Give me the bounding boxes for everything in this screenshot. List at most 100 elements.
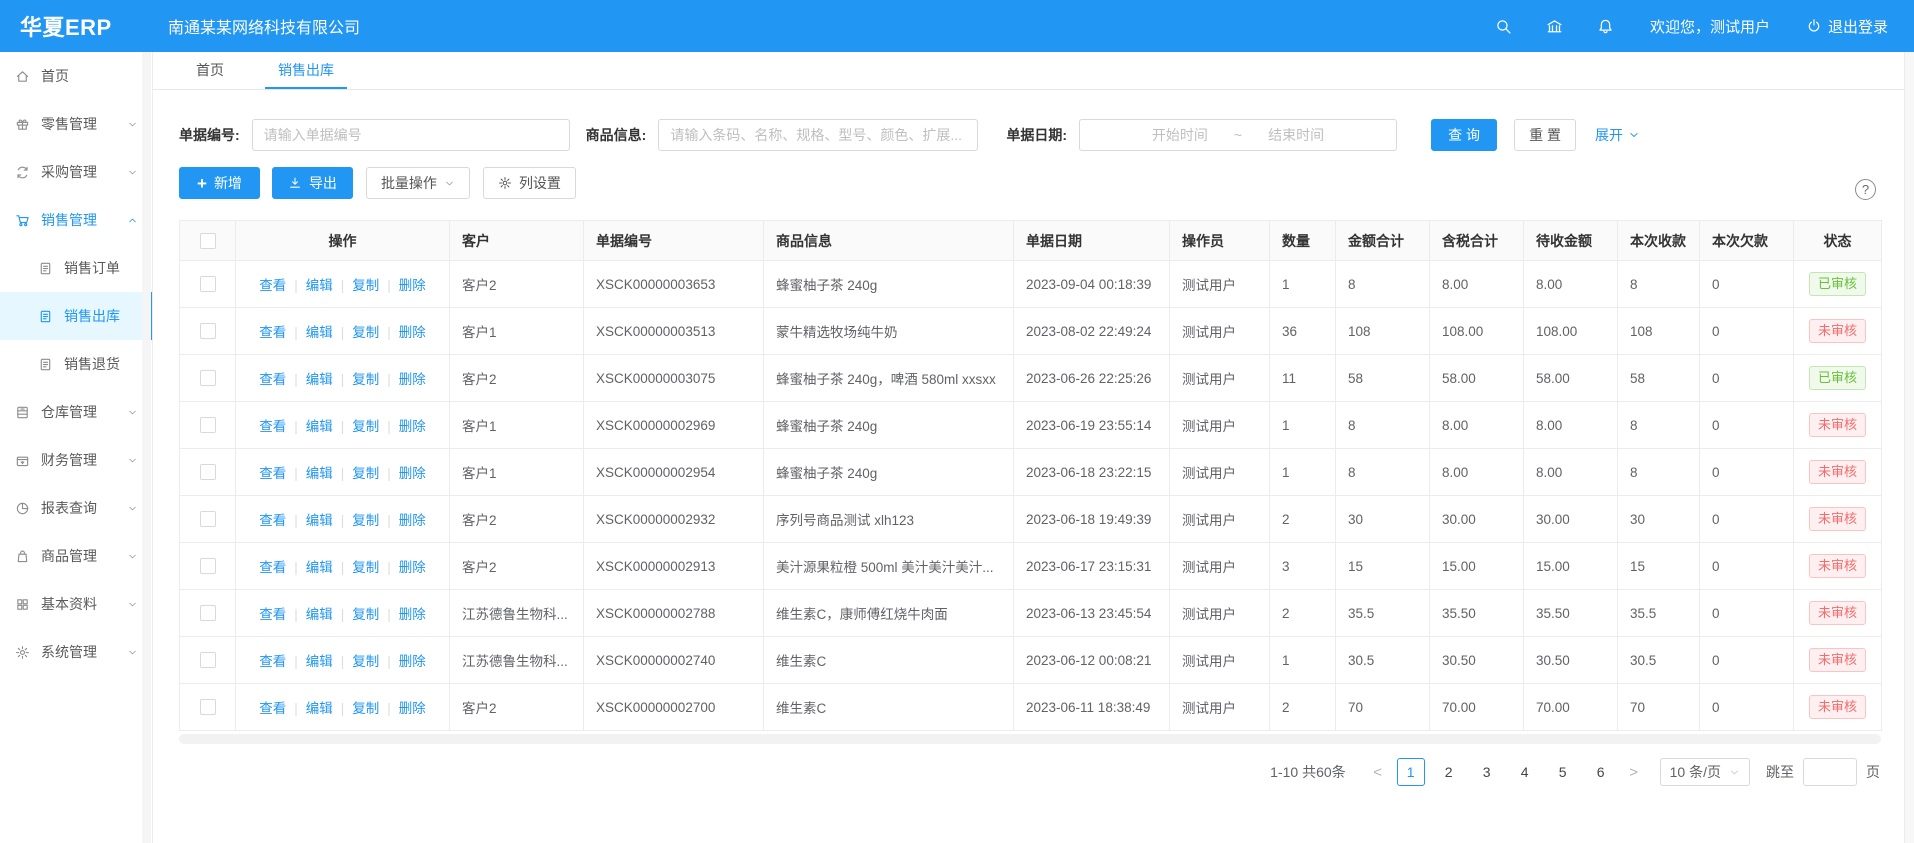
row-checkbox[interactable]: [200, 417, 216, 433]
row-action-copy[interactable]: 复制: [333, 701, 380, 716]
row-action-view[interactable]: 查看: [259, 466, 286, 481]
jump-to-input[interactable]: [1803, 758, 1857, 786]
sidebar-item-warehouse[interactable]: 仓库管理: [0, 388, 152, 436]
sidebar-item-sales[interactable]: 销售管理: [0, 196, 152, 244]
next-page-button[interactable]: >: [1620, 758, 1648, 786]
page-button-4[interactable]: 4: [1511, 758, 1539, 786]
sidebar-item-finance[interactable]: 财务管理: [0, 436, 152, 484]
row-action-copy[interactable]: 复制: [333, 278, 380, 293]
notification-bell-icon[interactable]: [1597, 18, 1614, 35]
row-action-copy[interactable]: 复制: [333, 607, 380, 622]
search-button[interactable]: 查 询: [1431, 119, 1497, 151]
row-action-edit[interactable]: 编辑: [286, 466, 333, 481]
row-action-view[interactable]: 查看: [259, 607, 286, 622]
row-action-delete[interactable]: 删除: [379, 325, 426, 340]
logout-label: 退出登录: [1828, 16, 1888, 37]
sidebar-item-sale-out[interactable]: 销售出库: [0, 292, 152, 340]
row-checkbox[interactable]: [200, 323, 216, 339]
row-action-view[interactable]: 查看: [259, 325, 286, 340]
sidebar-item-sale-order[interactable]: 销售订单: [0, 244, 152, 292]
row-action-edit[interactable]: 编辑: [286, 560, 333, 575]
help-icon[interactable]: ?: [1855, 179, 1876, 200]
tab-sale-out[interactable]: 销售出库: [265, 52, 347, 89]
row-action-delete[interactable]: 删除: [379, 701, 426, 716]
row-checkbox[interactable]: [200, 370, 216, 386]
row-action-copy[interactable]: 复制: [333, 560, 380, 575]
sidebar-item-retail[interactable]: 零售管理: [0, 100, 152, 148]
row-action-copy[interactable]: 复制: [333, 513, 380, 528]
row-action-copy[interactable]: 复制: [333, 372, 380, 387]
row-action-view[interactable]: 查看: [259, 278, 286, 293]
row-action-delete[interactable]: 删除: [379, 513, 426, 528]
bank-icon[interactable]: [1546, 18, 1563, 35]
row-action-edit[interactable]: 编辑: [286, 513, 333, 528]
sidebar-item-sale-return[interactable]: 销售退货: [0, 340, 152, 388]
row-action-delete[interactable]: 删除: [379, 560, 426, 575]
sidebar-scrollbar[interactable]: [142, 52, 151, 843]
row-checkbox[interactable]: [200, 511, 216, 527]
row-action-view[interactable]: 查看: [259, 513, 286, 528]
batch-actions-button[interactable]: 批量操作: [366, 167, 470, 199]
sidebar-item-basic[interactable]: 基本资料: [0, 580, 152, 628]
row-action-view[interactable]: 查看: [259, 560, 286, 575]
sidebar-item-purchase[interactable]: 采购管理: [0, 148, 152, 196]
product-info-input[interactable]: [658, 119, 978, 151]
row-action-edit[interactable]: 编辑: [286, 654, 333, 669]
row-checkbox[interactable]: [200, 605, 216, 621]
add-button[interactable]: + 新增: [179, 167, 260, 199]
row-action-edit[interactable]: 编辑: [286, 325, 333, 340]
reset-button[interactable]: 重 置: [1514, 119, 1576, 151]
page-button-6[interactable]: 6: [1587, 758, 1615, 786]
sidebar-item-home[interactable]: 首页: [0, 52, 152, 100]
row-action-edit[interactable]: 编辑: [286, 372, 333, 387]
sidebar-item-product[interactable]: 商品管理: [0, 532, 152, 580]
column-header: 含税合计: [1430, 221, 1524, 261]
row-action-view[interactable]: 查看: [259, 654, 286, 669]
cell-pending-amount: 8.00: [1524, 449, 1618, 496]
row-action-copy[interactable]: 复制: [333, 466, 380, 481]
row-action-view[interactable]: 查看: [259, 701, 286, 716]
row-action-delete[interactable]: 删除: [379, 607, 426, 622]
row-action-view[interactable]: 查看: [259, 372, 286, 387]
bill-no-input[interactable]: [252, 119, 570, 151]
search-icon[interactable]: [1495, 18, 1512, 35]
cell-tax-total: 58.00: [1430, 355, 1524, 402]
row-action-delete[interactable]: 删除: [379, 419, 426, 434]
sidebar-item-system[interactable]: 系统管理: [0, 628, 152, 676]
row-checkbox[interactable]: [200, 558, 216, 574]
row-action-delete[interactable]: 删除: [379, 466, 426, 481]
page-size-select[interactable]: 10 条/页: [1660, 758, 1750, 786]
date-range-picker[interactable]: 开始时间 ~ 结束时间: [1079, 119, 1397, 151]
select-all-checkbox[interactable]: [200, 233, 216, 249]
row-action-edit[interactable]: 编辑: [286, 419, 333, 434]
row-checkbox[interactable]: [200, 652, 216, 668]
column-settings-button[interactable]: 列设置: [483, 167, 576, 199]
vertical-scrollbar[interactable]: [1904, 52, 1914, 843]
tab-home[interactable]: 首页: [183, 52, 237, 89]
expand-link[interactable]: 展开: [1595, 125, 1640, 145]
column-header: 本次收款: [1618, 221, 1700, 261]
row-action-edit[interactable]: 编辑: [286, 278, 333, 293]
prev-page-button[interactable]: <: [1364, 758, 1392, 786]
filter-row: 单据编号: 商品信息: 单据日期: 开始时间 ~ 结束时间 查 询 重 置 展开: [179, 119, 1880, 151]
row-action-delete[interactable]: 删除: [379, 654, 426, 669]
page-button-3[interactable]: 3: [1473, 758, 1501, 786]
row-action-copy[interactable]: 复制: [333, 325, 380, 340]
row-action-view[interactable]: 查看: [259, 419, 286, 434]
row-action-copy[interactable]: 复制: [333, 654, 380, 669]
row-checkbox[interactable]: [200, 699, 216, 715]
page-button-5[interactable]: 5: [1549, 758, 1577, 786]
row-action-edit[interactable]: 编辑: [286, 607, 333, 622]
row-action-copy[interactable]: 复制: [333, 419, 380, 434]
row-action-delete[interactable]: 删除: [379, 372, 426, 387]
row-action-edit[interactable]: 编辑: [286, 701, 333, 716]
horizontal-scrollbar[interactable]: [179, 734, 1881, 744]
page-button-2[interactable]: 2: [1435, 758, 1463, 786]
row-action-delete[interactable]: 删除: [379, 278, 426, 293]
row-checkbox[interactable]: [200, 464, 216, 480]
sidebar-item-report[interactable]: 报表查询: [0, 484, 152, 532]
page-button-1[interactable]: 1: [1397, 758, 1425, 786]
logout-button[interactable]: 退出登录: [1806, 16, 1888, 37]
row-checkbox[interactable]: [200, 276, 216, 292]
export-button[interactable]: 导出: [272, 167, 353, 199]
